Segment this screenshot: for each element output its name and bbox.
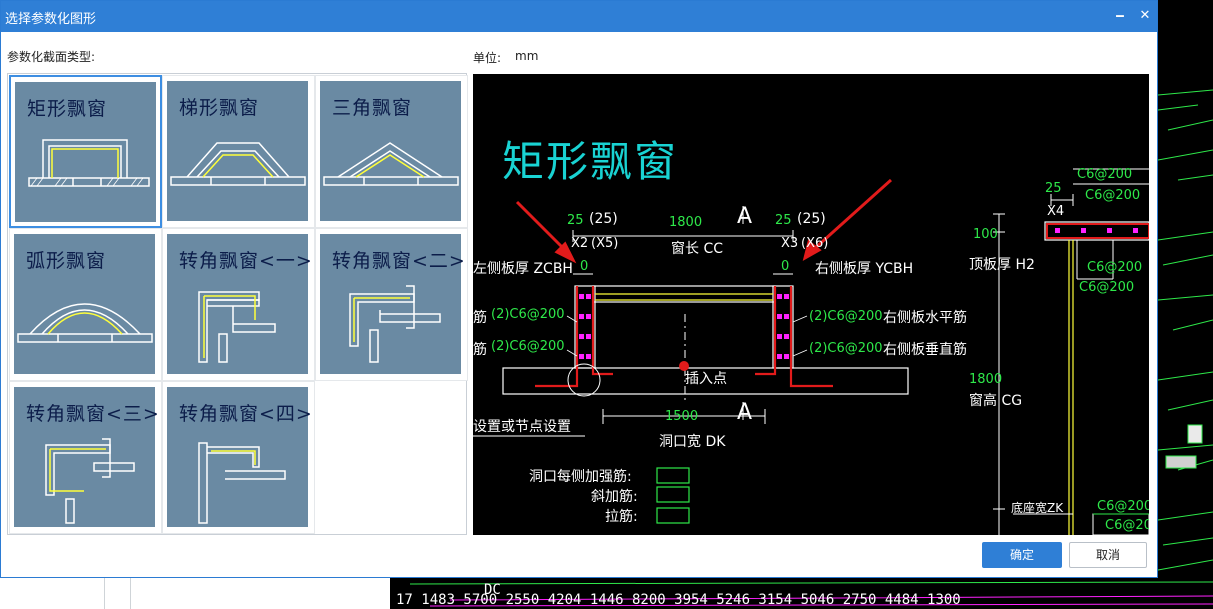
shape-gallery: 矩形飘窗 梯形飘窗 三角飘窗 弧形飘窗 转角飘窗<一> 转角飘窗<二> 转角飘窗… (7, 73, 468, 535)
left-thickness-label: 左侧板厚 ZCBH (473, 261, 573, 277)
rebar-c6-top-2: C6@200 (1085, 188, 1141, 203)
preview-heading: 矩形飘窗 (502, 137, 679, 186)
tile-corner-bay-window-2[interactable]: 转角飘窗<二> (315, 228, 468, 381)
dim-100: 100 (973, 227, 998, 242)
opening-width-label: 洞口宽 DK (659, 434, 726, 450)
tile-triangle-bay-window[interactable]: 三角飘窗 (315, 75, 468, 228)
x2-label: X2 (571, 236, 589, 251)
section-mark-bottom: A (737, 400, 753, 425)
tile-label: 三角飘窗 (332, 97, 413, 119)
right-rebar-1-desc: 右侧板水平筋 (883, 310, 967, 326)
dim-25-top: 25 (1045, 181, 1062, 196)
tile-label: 转角飘窗<四> (179, 403, 313, 425)
tile-label: 弧形飘窗 (26, 250, 107, 272)
tile-label: 矩形飘窗 (27, 98, 108, 120)
x5-label: (X5) (591, 236, 619, 251)
top-thickness-label: 顶板厚 H2 (969, 257, 1035, 273)
dim-left-25-paren: (25) (589, 211, 618, 227)
left-zero: 0 (580, 259, 589, 274)
section-mark-top: A (737, 204, 753, 229)
base-width-label: 底座宽ZK (1011, 501, 1064, 515)
tile-trapezoid-bay-window[interactable]: 梯形飘窗 (162, 75, 315, 228)
x3-label: X3 (781, 236, 799, 251)
shape-preview-canvas: 矩形飘窗 A A 25 (25) 1800 25 (25) X2 (X5) 窗长… (473, 74, 1149, 535)
unit-value: mm (515, 49, 539, 63)
left-rebar-2-prefix: 筋 (473, 342, 487, 358)
dim-1500: 1500 (665, 409, 699, 424)
right-zero: 0 (781, 259, 790, 274)
tile-label: 梯形飘窗 (179, 97, 260, 119)
left-rebar-1: (2)C6@200 (491, 307, 565, 322)
diagonal-rebar-label: 斜加筋: (591, 489, 638, 505)
ok-button[interactable]: 确定 (982, 542, 1062, 568)
rebar-c6-top-4: C6@200 (1079, 280, 1135, 295)
parametric-shape-dialog: 选择参数化图形 🗕 ✕ 参数化截面类型: 单位: mm 矩形飘窗 梯形飘窗 三角… (0, 0, 1158, 578)
rebar-c6-top-3: C6@200 (1087, 260, 1143, 275)
tile-label: 转角飘窗<三> (26, 403, 160, 425)
x4-label: X4 (1047, 204, 1065, 219)
dialog-title: 选择参数化图形 (5, 12, 97, 27)
window-length-label: 窗长 CC (671, 241, 724, 257)
cad-canvas-right (1157, 0, 1213, 609)
tile-corner-bay-window-1[interactable]: 转角飘窗<一> (162, 228, 315, 381)
x6-label: (X6) (801, 236, 829, 251)
tile-arc-bay-window[interactable]: 弧形飘窗 (9, 228, 162, 381)
dim-1800: 1800 (669, 215, 703, 230)
left-rebar-1-prefix: 筋 (473, 310, 487, 326)
rebar-c6-top-1: C6@200 (1077, 167, 1133, 182)
cancel-button[interactable]: 取消 (1069, 542, 1147, 568)
tile-label: 转角飘窗<一> (179, 250, 313, 272)
window-height-label: 窗高 CG (969, 393, 1023, 409)
rebar-c6-bottom-1: C6@200 (1097, 499, 1149, 514)
dim-1800-height: 1800 (969, 372, 1003, 387)
node-setting-link[interactable]: 设置或节点设置 (473, 416, 571, 436)
right-rebar-2: (2)C6@200 (809, 341, 883, 356)
close-button[interactable]: ✕ (1134, 6, 1156, 26)
tile-rect-bay-window[interactable]: 矩形飘窗 (9, 75, 162, 228)
right-rebar-2-desc: 右侧板垂直筋 (883, 342, 967, 358)
dialog-titlebar[interactable]: 选择参数化图形 🗕 ✕ (1, 1, 1157, 32)
tile-corner-bay-window-3[interactable]: 转角飘窗<三> (9, 381, 162, 534)
dim-right-25-paren: (25) (797, 211, 826, 227)
dim-right-25: 25 (775, 213, 792, 228)
insert-point-label: 插入点 (685, 371, 727, 387)
opening-rebar-label: 洞口每侧加强筋: (529, 469, 632, 485)
right-thickness-label: 右侧板厚 YCBH (815, 261, 914, 277)
tie-rebar-label: 拉筋: (605, 509, 638, 525)
rebar-c6-bottom-2: C6@200 (1105, 518, 1149, 533)
section-type-label: 参数化截面类型: (7, 50, 96, 64)
tile-corner-bay-window-4[interactable]: 转角飘窗<四> (162, 381, 315, 534)
cad-dimension-numbers: 17 1483 5700 2550 4204 1446 8200 3954 52… (396, 592, 961, 608)
bottom-left-panel (0, 578, 390, 609)
tile-label: 转角飘窗<二> (332, 250, 466, 272)
minimize-button[interactable]: 🗕 (1109, 6, 1131, 26)
cad-command-area: DC 17 1483 5700 2550 4204 1446 8200 3954… (390, 578, 1213, 609)
unit-label: 单位: (473, 51, 502, 65)
left-rebar-2: (2)C6@200 (491, 339, 565, 354)
cad-background-drawing (1157, 89, 1213, 571)
right-rebar-1: (2)C6@200 (809, 309, 883, 324)
dim-left-25: 25 (567, 213, 584, 228)
